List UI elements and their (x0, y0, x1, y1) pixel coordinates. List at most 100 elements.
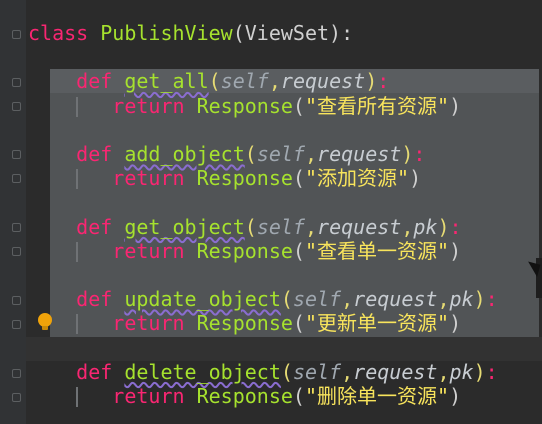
code-token: return (112, 166, 197, 191)
code-line[interactable]: return Response("查看单一资源") (28, 239, 498, 263)
code-token: def (76, 359, 125, 384)
code-token (28, 384, 112, 408)
code-token: ) (449, 383, 462, 408)
code-line[interactable]: return Response("更新单一资源") (28, 311, 498, 335)
code-token: request (353, 359, 438, 384)
code-token (28, 166, 112, 190)
fold-marker-icon[interactable] (12, 393, 21, 402)
code-token: add_object (124, 141, 245, 166)
code-line[interactable] (28, 335, 498, 359)
code-token: , (341, 359, 354, 384)
code-token: ( (232, 21, 245, 45)
fold-marker-icon[interactable] (12, 102, 21, 111)
fold-marker-icon[interactable] (12, 296, 21, 305)
fold-marker-icon[interactable] (12, 78, 21, 87)
fold-marker-icon[interactable] (12, 247, 21, 256)
code-line[interactable]: return Response("添加资源") (28, 166, 498, 190)
indent-guide (76, 314, 79, 335)
code-token: def (76, 69, 125, 94)
code-token: "查看单一资源" (304, 238, 450, 263)
code-token (28, 239, 112, 263)
fold-marker-icon[interactable] (12, 30, 21, 39)
code-token: ) (437, 214, 450, 239)
code-editor[interactable]: class PublishView(ViewSet): def get_all(… (28, 21, 498, 408)
code-token: get_object (124, 214, 245, 239)
code-line[interactable]: def get_object(self,request,pk): (28, 215, 498, 239)
fold-marker-icon[interactable] (12, 369, 21, 378)
code-token: update_object (124, 287, 281, 312)
code-token: , (268, 69, 281, 94)
code-token: delete_object (124, 359, 281, 384)
code-token: self (256, 214, 305, 239)
fold-marker-icon[interactable] (12, 150, 21, 159)
code-token: ( (292, 383, 305, 408)
code-token: get_all (124, 69, 209, 94)
code-token: def (76, 141, 125, 166)
code-token: def (76, 287, 125, 312)
code-line[interactable]: return Response("删除单一资源") (28, 384, 498, 408)
code-token: , (304, 141, 318, 166)
fold-marker-icon[interactable] (12, 223, 21, 232)
code-line[interactable] (28, 118, 498, 142)
code-line[interactable]: def add_object(self,request): (28, 142, 498, 166)
code-token: ( (292, 93, 305, 118)
indent-guide (76, 169, 79, 190)
code-line[interactable]: def update_object(self,request,pk): (28, 287, 498, 311)
code-token: def (76, 214, 125, 239)
code-token (28, 94, 112, 118)
code-line[interactable] (28, 45, 498, 69)
code-token: return (112, 93, 197, 118)
code-token: ) (409, 166, 422, 191)
code-token: ( (244, 214, 257, 239)
fold-marker-icon[interactable] (12, 174, 21, 183)
code-token: request (280, 69, 366, 94)
code-token: Response (196, 166, 293, 191)
code-token: ) (449, 238, 462, 263)
code-line[interactable] (28, 190, 498, 214)
code-token: Response (196, 93, 293, 118)
code-line[interactable]: def delete_object(self,request,pk): (28, 360, 498, 384)
code-token: : (413, 141, 426, 166)
code-token: : (485, 359, 498, 384)
code-token: Response (196, 311, 293, 336)
code-line[interactable]: def get_all(self,request): (28, 69, 498, 93)
code-token: pk (449, 359, 474, 384)
code-token: "更新单一资源" (304, 311, 450, 336)
code-token: , (341, 287, 354, 312)
code-token: : (485, 287, 498, 312)
code-token: ( (280, 287, 293, 312)
code-token: ( (208, 69, 221, 94)
code-token: ) (449, 93, 462, 118)
code-token: ) (365, 69, 378, 94)
code-token: , (437, 287, 450, 312)
fold-marker-icon[interactable] (12, 320, 21, 329)
code-token: ( (292, 238, 305, 263)
code-token: self (256, 141, 305, 166)
code-token: ( (292, 311, 305, 336)
code-token: self (220, 69, 269, 94)
code-token: ( (292, 166, 305, 191)
code-line[interactable]: return Response("查看所有资源") (28, 94, 498, 118)
lightbulb-icon[interactable] (38, 313, 52, 330)
code-token: : (377, 69, 390, 94)
code-token: self (292, 359, 342, 384)
code-token: "添加资源" (304, 166, 410, 191)
code-token: "查看所有资源" (304, 93, 450, 118)
editor-gutter (0, 0, 26, 424)
code-token: ): (329, 21, 354, 45)
code-token: , (437, 359, 450, 384)
code-token: : (449, 214, 462, 239)
code-token: ) (473, 287, 486, 312)
code-token: request (317, 141, 402, 166)
code-token: return (112, 311, 197, 336)
code-line[interactable]: class PublishView(ViewSet): (28, 21, 498, 45)
code-line[interactable] (28, 263, 498, 287)
code-token: "删除单一资源" (304, 383, 450, 408)
code-token: pk (449, 287, 474, 312)
code-token: , (304, 214, 318, 239)
